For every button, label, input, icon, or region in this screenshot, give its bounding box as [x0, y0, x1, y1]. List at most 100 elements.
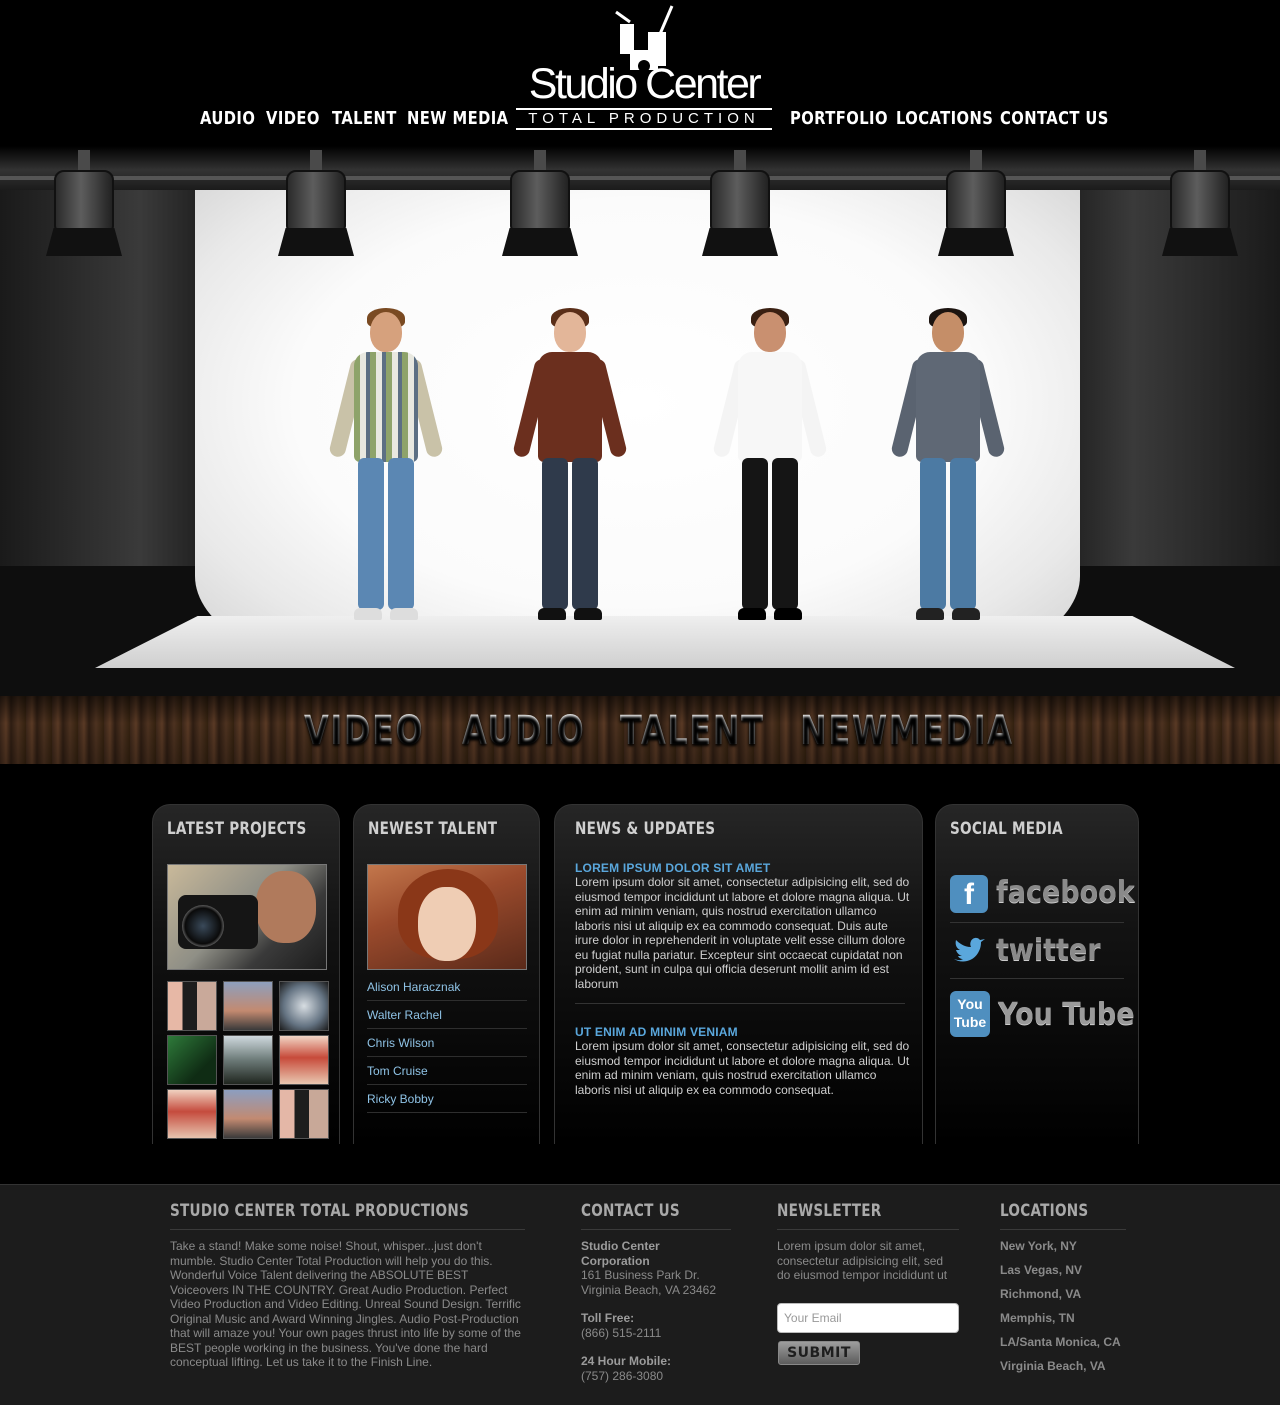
mobile-number[interactable]: (757) 286-3080 — [581, 1369, 731, 1384]
footer-about-title: STUDIO CENTER TOTAL PRODUCTIONS — [170, 1201, 470, 1221]
tollfree-number[interactable]: (866) 515-2111 — [581, 1326, 731, 1341]
contact-company: Studio Center Corporation — [581, 1239, 660, 1268]
project-thumbnail[interactable] — [279, 981, 329, 1031]
project-thumbnail[interactable] — [223, 1035, 273, 1085]
footer-about-text: Take a stand! Make some noise! Shout, wh… — [170, 1239, 521, 1369]
band-link-talent[interactable]: TALENT — [620, 708, 765, 754]
talent-list-item[interactable]: Alison Haracznak — [367, 973, 527, 1001]
news-headline[interactable]: UT ENIM AD MINIM VENIAM — [575, 1025, 910, 1039]
twitter-bird-icon — [950, 933, 988, 971]
band-link-newmedia[interactable]: NEWMEDIA — [800, 708, 1014, 754]
social-media-panel: SOCIAL MEDIA f facebook twitter You Tube… — [935, 804, 1139, 1144]
social-divider — [950, 922, 1124, 923]
featured-project-image[interactable] — [167, 864, 327, 970]
hero-stage-image — [0, 146, 1280, 696]
project-thumbnail[interactable] — [223, 1089, 273, 1139]
location-item[interactable]: Memphis, TN — [1000, 1310, 1126, 1334]
location-item[interactable]: Virginia Beach, VA — [1000, 1358, 1126, 1382]
footer-about: STUDIO CENTER TOTAL PRODUCTIONS Take a s… — [170, 1201, 525, 1370]
logo-wordmark: Studio Center — [528, 60, 762, 108]
talent-list-item[interactable]: Chris Wilson — [367, 1029, 527, 1057]
stage-light-icon — [276, 150, 356, 260]
social-divider — [950, 978, 1124, 979]
nav-audio[interactable]: AUDIO — [200, 108, 255, 129]
footer-contact-title: CONTACT US — [581, 1201, 680, 1221]
band-link-video[interactable]: VIDEO — [304, 708, 424, 754]
talent-headshot[interactable] — [367, 864, 527, 970]
facebook-link[interactable]: f facebook — [950, 869, 1135, 919]
locations-list: New York, NY Las Vegas, NV Richmond, VA … — [1000, 1238, 1126, 1382]
facebook-label: facebook — [996, 875, 1135, 910]
backdrop-floor — [95, 616, 1235, 668]
news-panel: NEWS & UPDATES LOREM IPSUM DOLOR SIT AME… — [554, 804, 923, 1144]
project-thumbnail[interactable] — [167, 1089, 217, 1139]
youtube-link[interactable]: You Tube You Tube — [950, 989, 1135, 1043]
nav-new-media[interactable]: NEW MEDIA — [407, 108, 508, 129]
project-thumbnail[interactable] — [279, 1035, 329, 1085]
project-thumbnail[interactable] — [167, 1035, 217, 1085]
project-thumbnail[interactable] — [167, 981, 217, 1031]
location-item[interactable]: New York, NY — [1000, 1238, 1126, 1262]
project-thumbnail[interactable] — [223, 981, 273, 1031]
footer-rule — [170, 1229, 525, 1230]
newsletter-submit-button[interactable]: SUBMIT — [778, 1341, 860, 1365]
latest-projects-title: LATEST PROJECTS — [167, 819, 307, 839]
talent-figure — [710, 308, 830, 628]
news-body: Lorem ipsum dolor sit amet, consectetur … — [575, 875, 910, 991]
news-item: UT ENIM AD MINIM VENIAM Lorem ipsum dolo… — [575, 1025, 910, 1097]
nav-portfolio[interactable]: PORTFOLIO — [790, 108, 888, 129]
contact-address-line1: 161 Business Park Dr. — [581, 1268, 700, 1282]
newsletter-text: Lorem ipsum dolor sit amet, consectetur … — [777, 1239, 948, 1282]
footer-locations: LOCATIONS New York, NY Las Vegas, NV Ric… — [1000, 1201, 1126, 1382]
location-item[interactable]: Richmond, VA — [1000, 1286, 1126, 1310]
stage-light-icon — [700, 150, 780, 260]
talent-figure — [510, 308, 630, 628]
stage-light-icon — [936, 150, 1016, 260]
talent-list-item[interactable]: Tom Cruise — [367, 1057, 527, 1085]
youtube-icon: You Tube — [950, 991, 990, 1037]
mobile-label: 24 Hour Mobile: — [581, 1354, 672, 1368]
contact-address-line2: Virginia Beach, VA 23462 — [581, 1282, 716, 1297]
band-link-audio[interactable]: AUDIO — [462, 708, 585, 754]
talent-list-item[interactable]: Ricky Bobby — [367, 1085, 527, 1113]
latest-projects-panel: LATEST PROJECTS — [152, 804, 340, 1144]
facebook-icon: f — [950, 875, 988, 913]
news-divider — [575, 1003, 905, 1004]
footer-rule — [777, 1229, 959, 1230]
category-band: VIDEO AUDIO TALENT NEWMEDIA — [0, 696, 1280, 764]
newsletter-email-input[interactable] — [777, 1303, 959, 1333]
site-footer: STUDIO CENTER TOTAL PRODUCTIONS Take a s… — [0, 1184, 1280, 1405]
stage-light-icon — [500, 150, 580, 260]
news-headline[interactable]: LOREM IPSUM DOLOR SIT AMET — [575, 861, 910, 875]
news-title: NEWS & UPDATES — [575, 819, 716, 839]
location-item[interactable]: LA/Santa Monica, CA — [1000, 1334, 1126, 1358]
talent-list-item[interactable]: Walter Rachel — [367, 1001, 527, 1029]
stage-light-icon — [44, 150, 124, 260]
content-area: LATEST PROJECTS NEWEST TALENT Alison Har… — [0, 764, 1280, 1184]
talent-list: Alison Haracznak Walter Rachel Chris Wil… — [367, 973, 527, 1113]
footer-rule — [581, 1229, 731, 1230]
main-nav: AUDIO VIDEO TALENT NEW MEDIA PORTFOLIO L… — [0, 108, 1280, 138]
nav-locations[interactable]: LOCATIONS — [896, 108, 993, 129]
twitter-link[interactable]: twitter — [950, 927, 1124, 977]
nav-video[interactable]: VIDEO — [266, 108, 320, 129]
stage-light-icon — [1160, 150, 1240, 260]
project-thumbnail[interactable] — [279, 1089, 329, 1139]
site-header: Studio Center TOTAL PRODUCTION AUDIO VID… — [0, 0, 1280, 146]
twitter-label: twitter — [996, 933, 1101, 968]
newest-talent-title: NEWEST TALENT — [368, 819, 498, 839]
location-item[interactable]: Las Vegas, NV — [1000, 1262, 1126, 1286]
talent-figure — [888, 308, 1008, 628]
footer-contact: CONTACT US Studio Center Corporation 161… — [581, 1201, 731, 1383]
lighting-truss — [0, 146, 1280, 190]
locations-title: LOCATIONS — [1000, 1201, 1089, 1221]
nav-talent[interactable]: TALENT — [332, 108, 397, 129]
tollfree-label: Toll Free: — [581, 1311, 635, 1325]
news-item: LOREM IPSUM DOLOR SIT AMET Lorem ipsum d… — [575, 861, 910, 991]
footer-rule — [1000, 1229, 1126, 1230]
social-media-title: SOCIAL MEDIA — [950, 819, 1063, 839]
talent-figure — [326, 308, 446, 628]
nav-contact-us[interactable]: CONTACT US — [1000, 108, 1109, 129]
newest-talent-panel: NEWEST TALENT Alison Haracznak Walter Ra… — [353, 804, 540, 1144]
newsletter-title: NEWSLETTER — [777, 1201, 882, 1221]
